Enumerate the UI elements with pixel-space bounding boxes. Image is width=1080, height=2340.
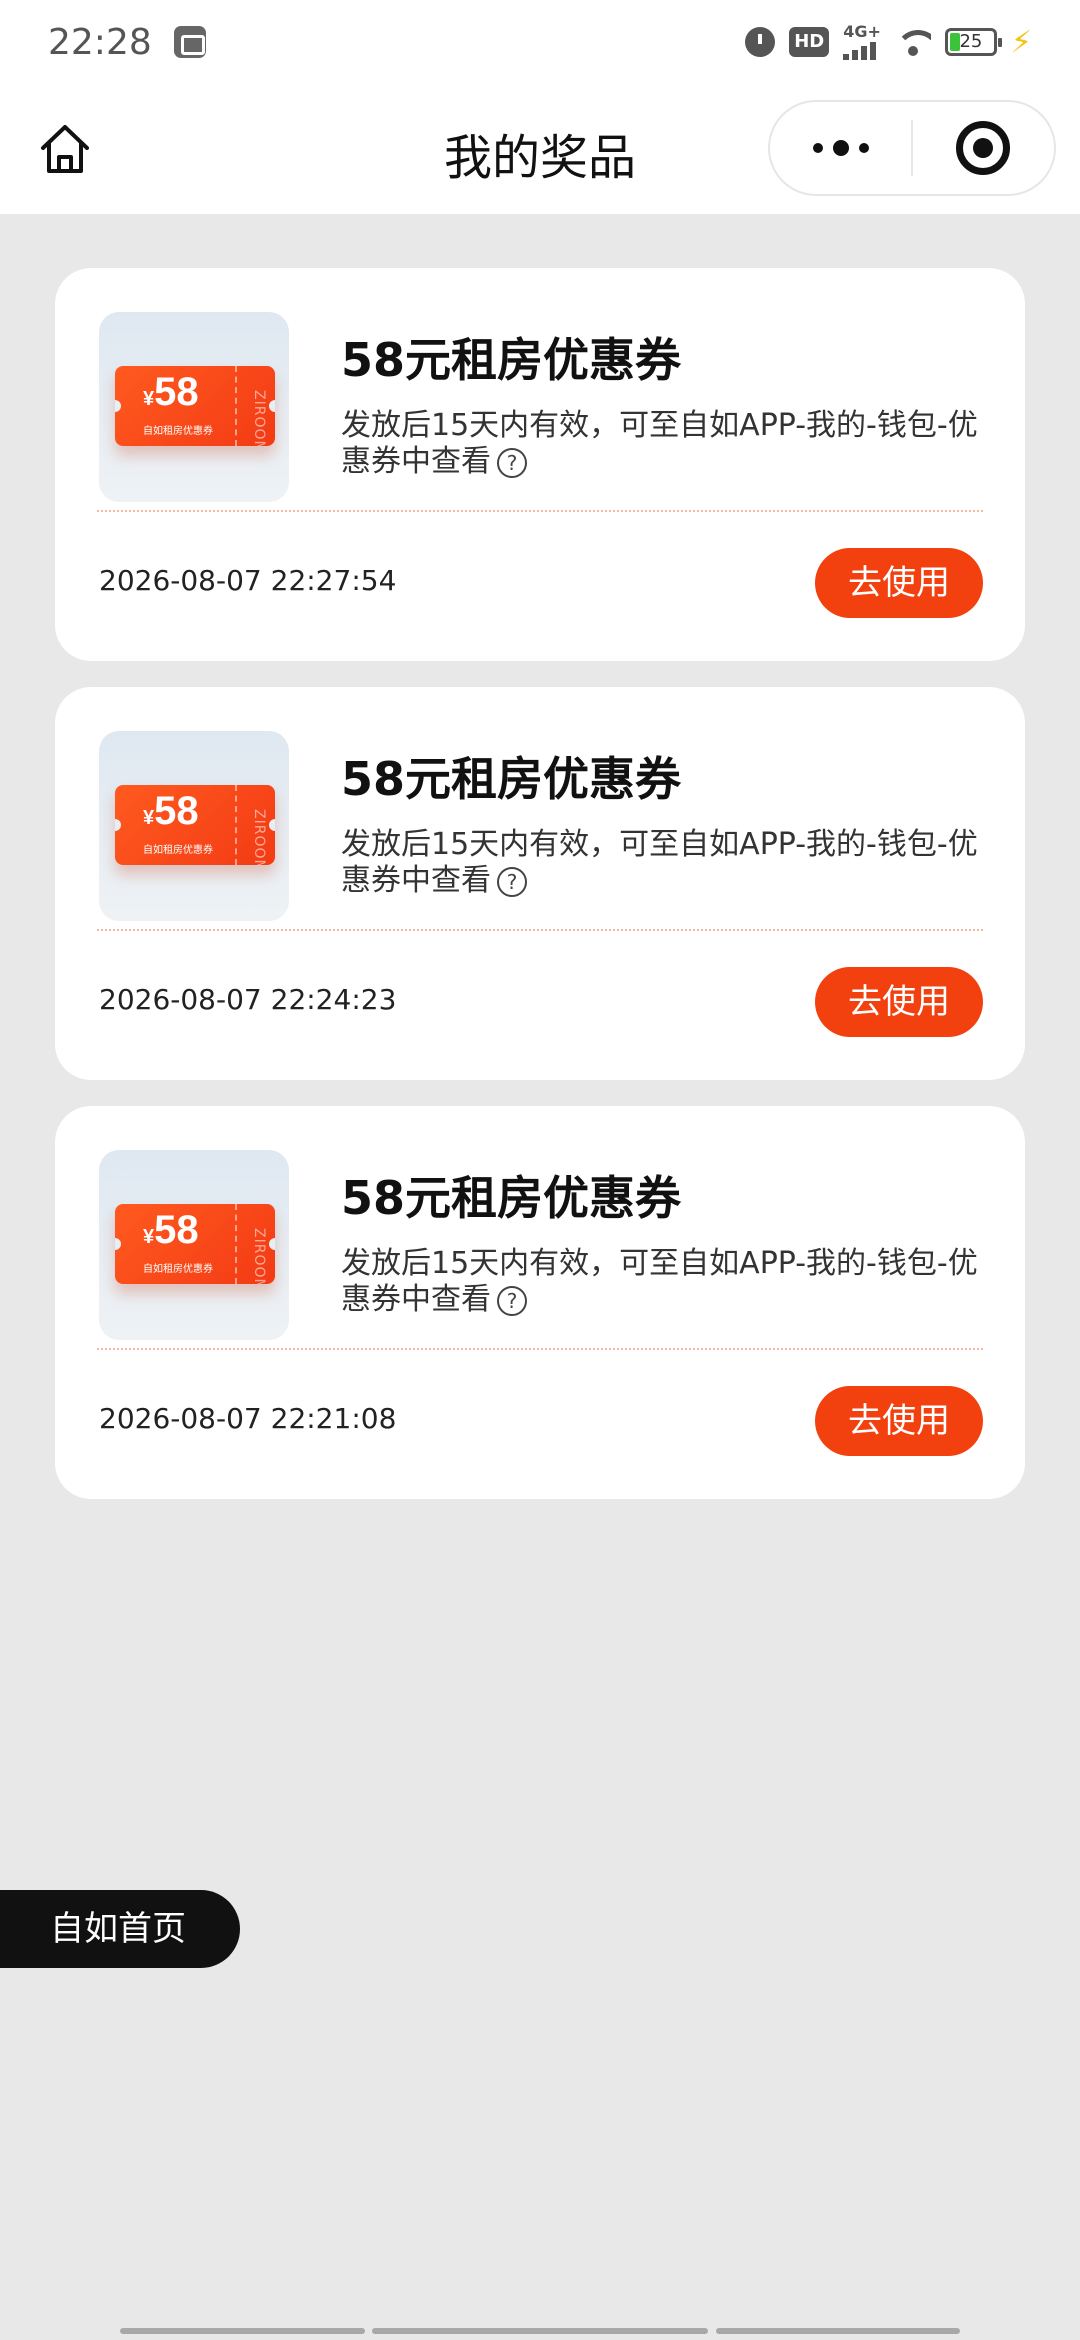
coupon-thumbnail: ¥58 自如租房优惠券 ZIROOM [99,731,289,921]
prize-time: 2026-08-07 22:27:54 [99,564,397,597]
ticket-subtitle: 自如租房优惠券 [143,845,213,856]
ticket-separator [235,1204,237,1284]
ticket-amount: ¥58 [143,789,199,833]
ticket-subtitle: 自如租房优惠券 [143,1264,213,1275]
alarm-icon [745,27,776,57]
coupon-ticket-icon: ¥58 自如租房优惠券 ZIROOM [115,1204,275,1284]
more-dot-icon [832,140,849,156]
use-button[interactable]: 去使用 [815,1386,983,1456]
card-divider [97,510,983,512]
prize-title: 58元租房优惠券 [341,333,682,387]
help-icon[interactable]: ? [497,1285,527,1316]
scroll-indicator [716,2328,960,2334]
help-icon[interactable]: ? [497,447,527,478]
network-type: 4G+ [843,22,881,41]
coupon-ticket-icon: ¥58 自如租房优惠券 ZIROOM [115,366,275,446]
use-button[interactable]: 去使用 [815,548,983,618]
prize-card: ¥58 自如租房优惠券 ZIROOM 58元租房优惠券 发放后15天内有效，可至… [55,268,1025,661]
more-dot-icon [858,143,869,153]
ticket-brand: ZIROOM [251,809,267,865]
ticket-amount: ¥58 [143,370,199,414]
prize-title: 58元租房优惠券 [341,752,682,806]
card-divider [97,1348,983,1350]
card-divider [97,929,983,931]
status-bar: 22:28 HD 4G+ 25 ⚡ [0,0,1080,84]
close-target-icon [956,121,1011,175]
help-icon[interactable]: ? [497,866,527,897]
coupon-thumbnail: ¥58 自如租房优惠券 ZIROOM [99,1150,289,1340]
battery-icon: 25 [944,28,1002,56]
prize-card: ¥58 自如租房优惠券 ZIROOM 58元租房优惠券 发放后15天内有效，可至… [55,1106,1025,1499]
prize-card: ¥58 自如租房优惠券 ZIROOM 58元租房优惠券 发放后15天内有效，可至… [55,687,1025,1080]
ticket-separator [235,785,237,865]
more-dot-icon [812,143,823,153]
coupon-ticket-icon: ¥58 自如租房优惠券 ZIROOM [115,785,275,865]
cellular-signal: 4G+ [843,24,881,60]
ticket-brand: ZIROOM [251,1228,267,1284]
prize-time: 2026-08-07 22:24:23 [99,983,397,1016]
status-right: HD 4G+ 25 ⚡ [745,24,1032,60]
wifi-icon [894,28,931,56]
hd-icon: HD [789,27,830,57]
prize-description: 发放后15天内有效，可至自如APP-我的-钱包-优惠券中查看? [341,408,978,479]
prize-description: 发放后15天内有效，可至自如APP-我的-钱包-优惠券中查看? [341,827,978,898]
ziroom-home-button[interactable]: 自如首页 [0,1890,240,1968]
status-time: 22:28 [48,21,152,63]
status-left: 22:28 [48,22,206,63]
use-button[interactable]: 去使用 [815,967,983,1037]
prize-description: 发放后15天内有效，可至自如APP-我的-钱包-优惠券中查看? [341,1246,978,1317]
signal-icon [843,40,877,60]
prize-title: 58元租房优惠券 [341,1171,682,1225]
app-notification-icon [173,26,206,58]
nav-bar: 我的奖品 [0,84,1080,214]
ticket-brand: ZIROOM [251,390,267,446]
mini-program-capsule [768,100,1056,196]
more-button[interactable] [770,102,911,194]
close-button[interactable] [913,102,1054,194]
prize-time: 2026-08-07 22:21:08 [99,1402,397,1435]
ticket-separator [235,366,237,446]
scroll-indicator [372,2328,708,2334]
ticket-amount: ¥58 [143,1208,199,1252]
scroll-indicator [120,2328,365,2334]
coupon-thumbnail: ¥58 自如租房优惠券 ZIROOM [99,312,289,502]
charging-icon: ⚡ [1010,24,1032,60]
ticket-subtitle: 自如租房优惠券 [143,426,213,437]
